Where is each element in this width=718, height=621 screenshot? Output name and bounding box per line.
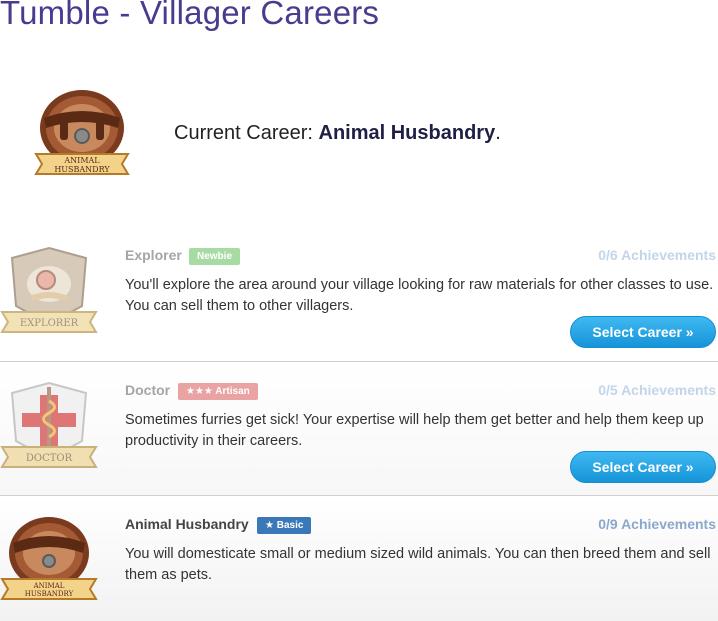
career-explorer: EXPLORER Explorer Newbie 0/6 Achievement… [0, 228, 718, 362]
svg-text:EXPLORER: EXPLORER [20, 318, 79, 329]
svg-text:DOCTOR: DOCTOR [26, 453, 73, 464]
explorer-badge-icon: EXPLORER [0, 246, 98, 333]
career-name: Animal Husbandry [125, 516, 249, 532]
animal-husbandry-badge-icon: ANIMAL HUSBANDRY [34, 90, 130, 175]
svg-text:HUSBANDRY: HUSBANDRY [54, 165, 110, 174]
achievements-link[interactable]: 0/6 Achievements [598, 247, 716, 263]
career-description: Sometimes furries get sick! Your experti… [125, 412, 704, 449]
page-title: Tumble - Villager Careers [0, 0, 380, 31]
career-description: You'll explore the area around your vill… [125, 277, 714, 314]
svg-text:HUSBANDRY: HUSBANDRY [25, 590, 74, 598]
career-name: Doctor [125, 382, 171, 398]
rank-badge: Newbie [189, 248, 241, 265]
career-doctor: DOCTOR Doctor ★★★ Artisan 0/5 Achievemen… [0, 363, 718, 496]
career-animal-husbandry: ANIMAL HUSBANDRY Animal Husbandry ★ Basi… [0, 497, 718, 621]
rank-badge: ★★★ Artisan [178, 383, 258, 400]
svg-text:ANIMAL: ANIMAL [33, 582, 65, 590]
achievements-link[interactable]: 0/5 Achievements [598, 382, 716, 398]
select-career-button[interactable]: Select Career » [570, 316, 716, 348]
career-description: You will domesticate small or medium siz… [125, 546, 711, 583]
animal-husbandry-badge-icon: ANIMAL HUSBANDRY [0, 517, 98, 600]
select-career-button[interactable]: Select Career » [570, 451, 716, 483]
rank-badge: ★ Basic [257, 517, 312, 534]
current-career-name: Animal Husbandry [318, 122, 496, 144]
doctor-badge-icon: DOCTOR [0, 381, 98, 468]
achievements-link[interactable]: 0/9 Achievements [598, 516, 716, 532]
current-career-text: Current Career: Animal Husbandry. [174, 122, 501, 144]
svg-text:ANIMAL: ANIMAL [63, 156, 100, 165]
career-name: Explorer [125, 247, 182, 263]
current-career-section: ANIMAL HUSBANDRY Current Career: Animal … [0, 84, 718, 184]
